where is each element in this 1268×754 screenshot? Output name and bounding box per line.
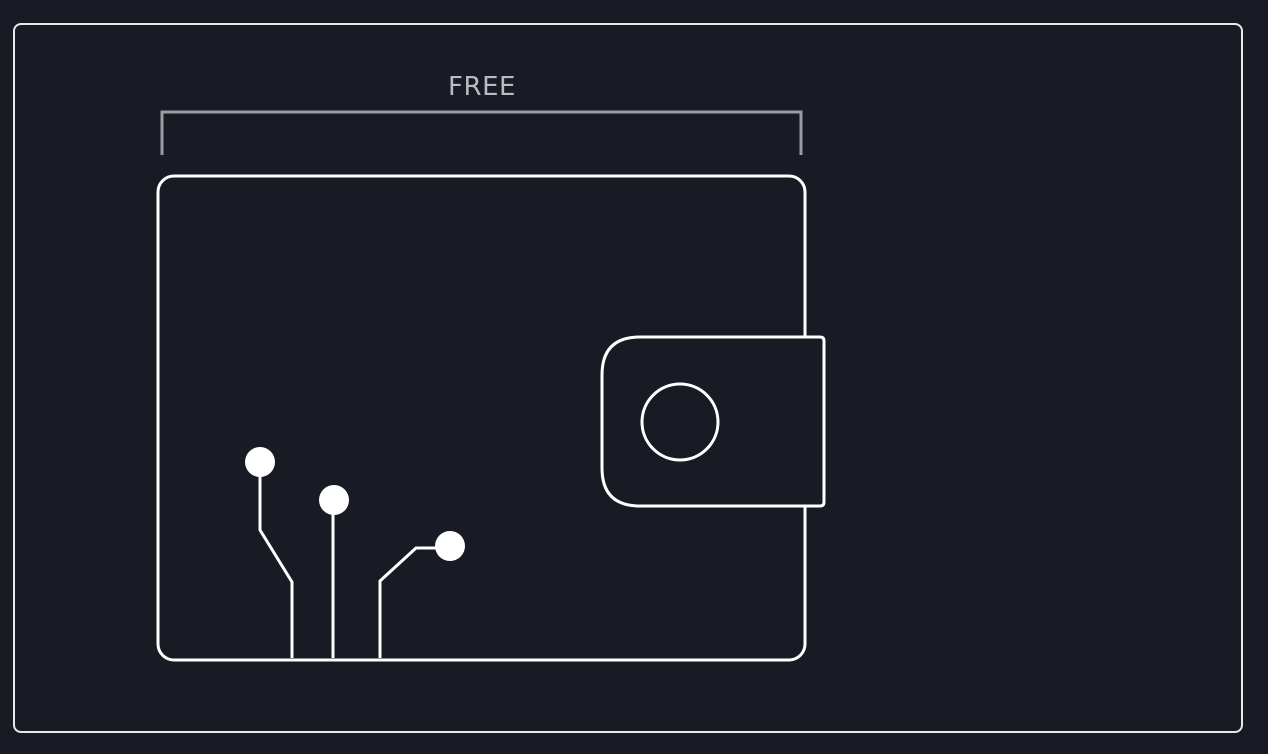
circuit-trace-1: [258, 465, 294, 658]
circuit-traces: [258, 465, 448, 658]
circuit-node-1: [245, 447, 275, 477]
wallet-clasp: [600, 335, 826, 508]
circuit-node-3: [435, 531, 465, 561]
circuit-node-2: [319, 485, 349, 515]
wallet-illustration: [156, 110, 826, 662]
circuit-trace-3: [378, 546, 448, 658]
wallet-icon: [156, 174, 826, 662]
width-bracket: [160, 110, 803, 155]
